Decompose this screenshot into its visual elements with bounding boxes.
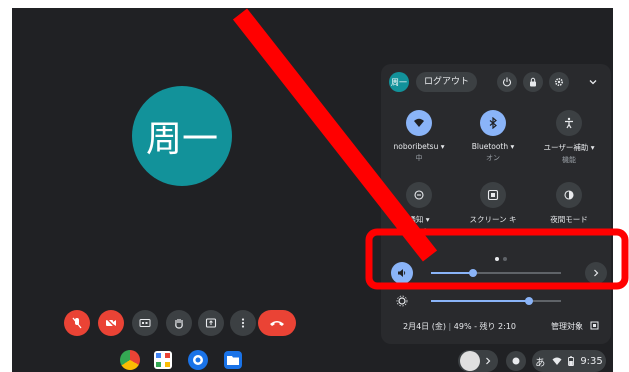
accessibility-tile[interactable]: ユーザー補助 ▾ 機能 bbox=[537, 110, 601, 165]
holding-space[interactable] bbox=[458, 350, 498, 372]
brightness-slider[interactable] bbox=[431, 297, 561, 305]
page-dot-1[interactable] bbox=[495, 257, 499, 261]
power-icon bbox=[502, 77, 512, 87]
brightness-slider-row bbox=[391, 290, 603, 312]
enterprise-icon bbox=[590, 321, 599, 330]
battery-label[interactable]: 49% - 残り 2:10 bbox=[454, 322, 516, 331]
desktop-screen: 周一 周一 ログアウト noboribetsu ▾ 中 Bluetooth ▾ … bbox=[12, 8, 613, 372]
night-light-icon[interactable] bbox=[556, 182, 582, 208]
mic-off-button[interactable] bbox=[64, 310, 90, 336]
date-label[interactable]: 2月4日 (金) bbox=[403, 322, 446, 331]
participant-avatar: 周一 bbox=[132, 86, 232, 186]
managed-label: 管理対象 bbox=[551, 322, 583, 331]
call-controls bbox=[12, 310, 312, 340]
qr-app-icon[interactable] bbox=[154, 351, 172, 369]
accessibility-label: ユーザー補助 ▾ bbox=[543, 143, 595, 152]
brightness-slider-fill bbox=[431, 300, 529, 302]
chevron-right-icon bbox=[594, 269, 599, 277]
volume-slider-thumb[interactable] bbox=[468, 269, 477, 277]
battery-icon bbox=[567, 356, 574, 366]
night-light-label: 夜間モード bbox=[550, 215, 588, 224]
lock-icon bbox=[530, 77, 536, 87]
user-chip-label: 周一 bbox=[391, 77, 407, 87]
present-icon bbox=[205, 318, 217, 328]
bluetooth-label: Bluetooth ▾ bbox=[471, 142, 515, 151]
managed-device[interactable]: 管理対象 bbox=[551, 321, 599, 332]
bluetooth-icon[interactable] bbox=[480, 110, 506, 136]
brightness-icon bbox=[391, 290, 413, 312]
notifications-sub: 全アプリ bbox=[405, 228, 433, 236]
chevron-right-icon bbox=[486, 357, 491, 365]
audio-settings-button[interactable] bbox=[585, 262, 607, 284]
accessibility-sub: 機能 bbox=[562, 156, 576, 164]
bluetooth-sub: オン bbox=[486, 154, 500, 162]
captions-button[interactable] bbox=[132, 310, 158, 336]
system-info: 2月4日 (金) | 49% - 残り 2:10 bbox=[403, 322, 517, 331]
holding-space-thumbnail bbox=[460, 351, 480, 371]
night-light-tile[interactable]: 夜間モード bbox=[537, 182, 601, 227]
chevron-down-icon bbox=[589, 80, 597, 85]
logout-button[interactable]: ログアウト bbox=[416, 72, 478, 92]
wifi-status-icon bbox=[552, 357, 562, 365]
more-vert-icon bbox=[241, 318, 245, 328]
gear-icon bbox=[554, 77, 564, 87]
clock: 9:35 bbox=[580, 355, 603, 367]
volume-slider-row bbox=[391, 262, 607, 284]
notifications-tile[interactable]: 通知 ▾ 全アプリ bbox=[387, 182, 451, 237]
volume-slider-fill bbox=[431, 272, 473, 274]
raise-hand-button[interactable] bbox=[166, 310, 192, 336]
hand-icon bbox=[175, 319, 183, 329]
screen-capture-tile[interactable]: スクリーン キ bbox=[461, 182, 525, 227]
wifi-icon[interactable] bbox=[406, 110, 432, 136]
more-options-button[interactable] bbox=[230, 310, 256, 336]
page-dot-2[interactable] bbox=[503, 257, 507, 261]
accessibility-icon[interactable] bbox=[556, 110, 582, 136]
mic-off-icon bbox=[72, 317, 82, 329]
phone-hangup-icon bbox=[270, 321, 284, 326]
quick-settings-header: 周一 ログアウト bbox=[389, 72, 603, 94]
volume-mute-button[interactable] bbox=[391, 262, 413, 284]
notifications-icon[interactable] bbox=[406, 182, 432, 208]
wifi-tile[interactable]: noboribetsu ▾ 中 bbox=[387, 110, 451, 163]
camera-app-icon[interactable] bbox=[188, 350, 208, 370]
wifi-sub: 中 bbox=[415, 154, 423, 162]
wifi-label: noboribetsu ▾ bbox=[393, 142, 445, 151]
speech-bubble-icon bbox=[512, 357, 520, 365]
captions-icon bbox=[139, 319, 151, 327]
present-button[interactable] bbox=[198, 310, 224, 336]
user-avatar[interactable]: 周一 bbox=[389, 72, 409, 92]
ime-indicator: あ bbox=[535, 357, 546, 369]
quick-settings-panel: 周一 ログアウト noboribetsu ▾ 中 Bluetooth ▾ オン … bbox=[381, 64, 611, 344]
screen-capture-label: スクリーン キ bbox=[469, 215, 517, 224]
shelf: あ 9:35 bbox=[12, 348, 613, 372]
power-button[interactable] bbox=[497, 72, 517, 92]
notifications-label: 通知 ▾ bbox=[408, 215, 430, 224]
end-call-button[interactable] bbox=[258, 310, 296, 336]
participant-name: 周一 bbox=[145, 119, 218, 160]
bluetooth-tile[interactable]: Bluetooth ▾ オン bbox=[461, 110, 525, 163]
screen-capture-icon[interactable] bbox=[480, 182, 506, 208]
settings-button[interactable] bbox=[549, 72, 569, 92]
lock-button[interactable] bbox=[523, 72, 543, 92]
chrome-icon[interactable] bbox=[120, 350, 140, 370]
volume-slider[interactable] bbox=[431, 269, 561, 277]
collapse-button[interactable] bbox=[583, 72, 603, 92]
files-app-icon[interactable] bbox=[224, 351, 242, 369]
camera-off-button[interactable] bbox=[98, 310, 124, 336]
status-area[interactable]: あ 9:35 bbox=[532, 350, 606, 372]
brightness-slider-thumb[interactable] bbox=[524, 297, 533, 305]
camera-off-icon bbox=[105, 317, 117, 329]
speaker-icon bbox=[398, 269, 406, 277]
conversation-button[interactable] bbox=[506, 351, 526, 371]
